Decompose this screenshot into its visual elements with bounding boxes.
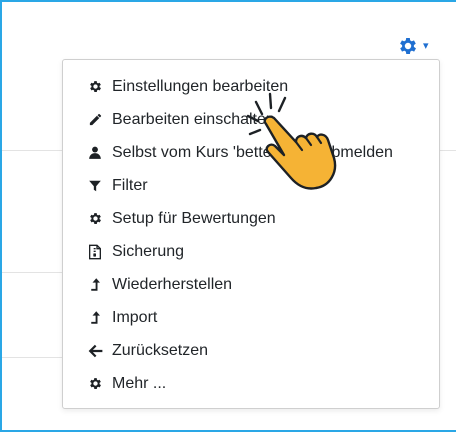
divider-line [2,272,62,273]
menu-item-reset[interactable]: Zurücksetzen [63,334,439,367]
gear-icon [87,79,103,95]
chevron-down-icon: ▾ [423,39,429,52]
menu-item-import[interactable]: Import [63,301,439,334]
pencil-icon [87,112,103,128]
gear-icon [87,376,103,392]
gear-icon [87,211,103,227]
level-up-icon [87,310,103,326]
menu-item-more[interactable]: Mehr ... [63,367,439,400]
menu-item-gradebook-setup[interactable]: Setup für Bewertungen [63,202,439,235]
divider-line [2,150,62,151]
menu-item-label: Wiederherstellen [112,275,233,293]
settings-menu-toggle[interactable]: ▾ [397,33,445,59]
menu-item-restore[interactable]: Wiederherstellen [63,268,439,301]
menu-item-label: Sicherung [112,242,185,260]
pointing-hand-icon [246,92,337,190]
user-icon [87,145,103,161]
archive-file-icon [87,244,103,260]
menu-item-label: Filter [112,176,148,194]
arrow-left-icon [87,343,103,359]
filter-icon [87,178,103,194]
menu-item-label: Zurücksetzen [112,341,209,359]
menu-item-label: Setup für Bewertungen [112,209,276,227]
divider-line [2,357,62,358]
gear-icon [400,38,416,54]
menu-item-label: Import [112,308,158,326]
level-up-icon [87,277,103,293]
divider-line [440,150,456,151]
menu-item-label: Mehr ... [112,374,167,392]
menu-item-backup[interactable]: Sicherung [63,235,439,268]
